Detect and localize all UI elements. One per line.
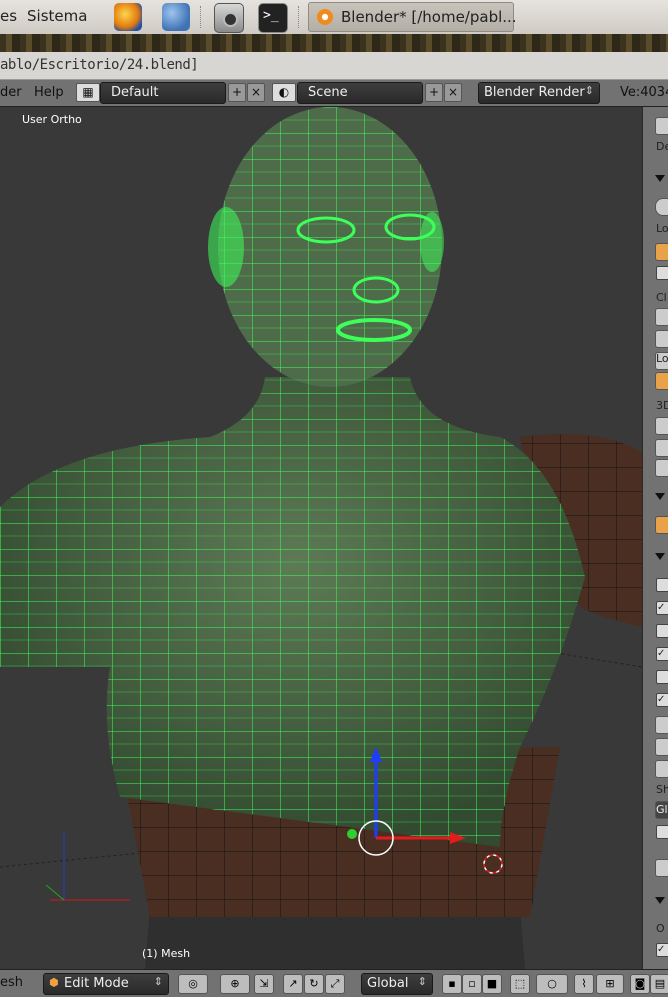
proportional-edit-icon[interactable]: ○	[536, 974, 568, 994]
properties-panel[interactable]: De Lo Cl Lo 3D ✓ ✓ ✓ Sh Gl O ✓	[642, 107, 668, 969]
object-icon[interactable]	[655, 372, 668, 390]
viewport-shading-icon[interactable]: ◎	[178, 974, 208, 994]
edit-mode-icon: ⬢	[49, 976, 59, 989]
firefox-icon[interactable]	[114, 3, 142, 31]
properties-checkbox[interactable]	[656, 578, 668, 592]
object-icon[interactable]	[655, 243, 668, 261]
properties-label-fragment: Lo	[656, 352, 668, 365]
view-name-label: User Ortho	[22, 113, 82, 126]
panel-collapse-triangle-icon[interactable]	[655, 493, 665, 500]
chevron-updown-icon: ⇕	[153, 975, 163, 988]
scene-icon[interactable]: ◐	[272, 83, 296, 102]
properties-field[interactable]	[655, 330, 668, 348]
remove-scene-button[interactable]: ×	[444, 83, 462, 102]
render-image-icon[interactable]: ◙	[630, 974, 650, 994]
gnome-top-panel: es Sistema >_ Blender* [/home/pabl...	[0, 0, 668, 35]
pivot-point-icon[interactable]: ⊕	[220, 974, 250, 994]
properties-field[interactable]	[655, 308, 668, 326]
properties-label-fragment: Sh	[656, 783, 668, 796]
panel-collapse-triangle-icon[interactable]	[655, 553, 665, 560]
stats-version: Ve:4034	[620, 85, 668, 100]
mesh-ear-left	[208, 207, 244, 287]
panel-separator	[298, 6, 301, 28]
panel-separator	[200, 6, 203, 28]
menu-render[interactable]: der	[0, 85, 22, 100]
properties-checkbox[interactable]: ✓	[656, 647, 668, 661]
properties-checkbox[interactable]: ✓	[656, 693, 668, 707]
menu-help[interactable]: Help	[34, 85, 64, 100]
chevron-updown-icon: ⇕	[584, 84, 594, 97]
properties-button[interactable]	[655, 117, 668, 135]
taskbar-blender-window[interactable]: Blender* [/home/pabl...	[308, 2, 517, 32]
screen-layout-dropdown[interactable]: Default	[100, 82, 226, 104]
taskbar-window-title: Blender* [/home/pabl...	[341, 8, 517, 26]
translate-manipulator-icon[interactable]: ↗	[283, 974, 303, 994]
3d-view-header: esh ⬢ Edit Mode ⇕ ◎ ⊕ ⇲ ↗ ↻ ⤢ Global ⇕ ▪…	[0, 969, 668, 997]
properties-field[interactable]	[655, 198, 668, 216]
properties-label-fragment: De	[656, 140, 668, 153]
screen-layout-icon[interactable]: ▦	[76, 83, 100, 102]
transform-orientation-dropdown[interactable]: Global ⇕	[361, 973, 433, 995]
terminal-icon[interactable]: >_	[258, 3, 288, 33]
rotate-manipulator-icon[interactable]: ↻	[304, 974, 324, 994]
render-engine-dropdown[interactable]: Blender Render ⇕	[478, 82, 600, 104]
limit-selection-icon[interactable]: ⬚	[510, 974, 530, 994]
properties-checkbox[interactable]: ✓	[656, 943, 668, 957]
face-select-icon[interactable]: ■	[482, 974, 502, 994]
scale-manipulator-icon[interactable]: ⤢	[325, 974, 345, 994]
properties-field[interactable]	[655, 417, 668, 435]
properties-label-fragment: Cl	[656, 291, 667, 304]
axis-indicator-y	[45, 884, 65, 901]
chevron-updown-icon: ⇕	[417, 975, 427, 988]
properties-checkbox[interactable]: ✓	[656, 601, 668, 615]
blender-icon	[317, 9, 333, 25]
properties-field[interactable]	[655, 859, 668, 877]
menu-mesh[interactable]: esh	[0, 975, 23, 990]
snap-toggle-icon[interactable]: ⌇	[574, 974, 594, 994]
scene-dropdown[interactable]: Scene	[297, 82, 423, 104]
remove-screen-button[interactable]: ×	[247, 83, 265, 102]
camera-icon[interactable]	[214, 3, 244, 33]
window-title-bar: ablo/Escritorio/24.blend]	[0, 52, 668, 80]
properties-checkbox[interactable]	[656, 266, 668, 280]
manipulator-toggle-icon[interactable]: ⇲	[254, 974, 274, 994]
snap-element-icon[interactable]: ⊞	[596, 974, 624, 994]
properties-field[interactable]	[655, 459, 668, 477]
vertex-select-icon[interactable]: ▪	[442, 974, 462, 994]
edge-select-icon[interactable]: ▫	[462, 974, 482, 994]
properties-field[interactable]	[655, 716, 668, 734]
mode-dropdown[interactable]: ⬢ Edit Mode ⇕	[43, 973, 169, 995]
properties-label-fragment: Lo	[656, 222, 668, 235]
active-object-label: (1) Mesh	[142, 947, 191, 960]
gizmo-y-axis[interactable]	[347, 829, 357, 839]
panel-menu-sistema[interactable]: Sistema	[27, 7, 87, 25]
add-screen-button[interactable]: +	[228, 83, 246, 102]
render-animation-icon[interactable]: ▤	[650, 974, 668, 994]
properties-field[interactable]	[655, 439, 668, 457]
properties-field[interactable]	[655, 760, 668, 778]
properties-checkbox[interactable]	[656, 624, 668, 638]
properties-label-fragment: 3D	[656, 399, 668, 412]
panel-collapse-triangle-icon[interactable]	[655, 897, 665, 904]
properties-checkbox[interactable]	[656, 670, 668, 684]
viewport-mesh-render	[0, 107, 642, 969]
blend-file-path: ablo/Escritorio/24.blend]	[0, 57, 199, 73]
panel-menu-applications[interactable]: es	[0, 7, 17, 25]
add-scene-button[interactable]: +	[425, 83, 443, 102]
object-icon[interactable]	[655, 516, 668, 534]
3d-viewport[interactable]: User Ortho (1) Mesh	[0, 107, 642, 969]
desktop-wallpaper-strip	[0, 34, 668, 52]
users-icon[interactable]	[162, 3, 190, 31]
panel-collapse-triangle-icon[interactable]	[655, 175, 665, 182]
blender-info-header: der Help ▦ Default + × ◐ Scene + × Blend…	[0, 80, 668, 107]
properties-dropdown[interactable]: Gl	[655, 801, 668, 819]
properties-field[interactable]	[655, 738, 668, 756]
properties-checkbox[interactable]	[656, 825, 668, 839]
properties-label-fragment: O	[656, 922, 665, 935]
